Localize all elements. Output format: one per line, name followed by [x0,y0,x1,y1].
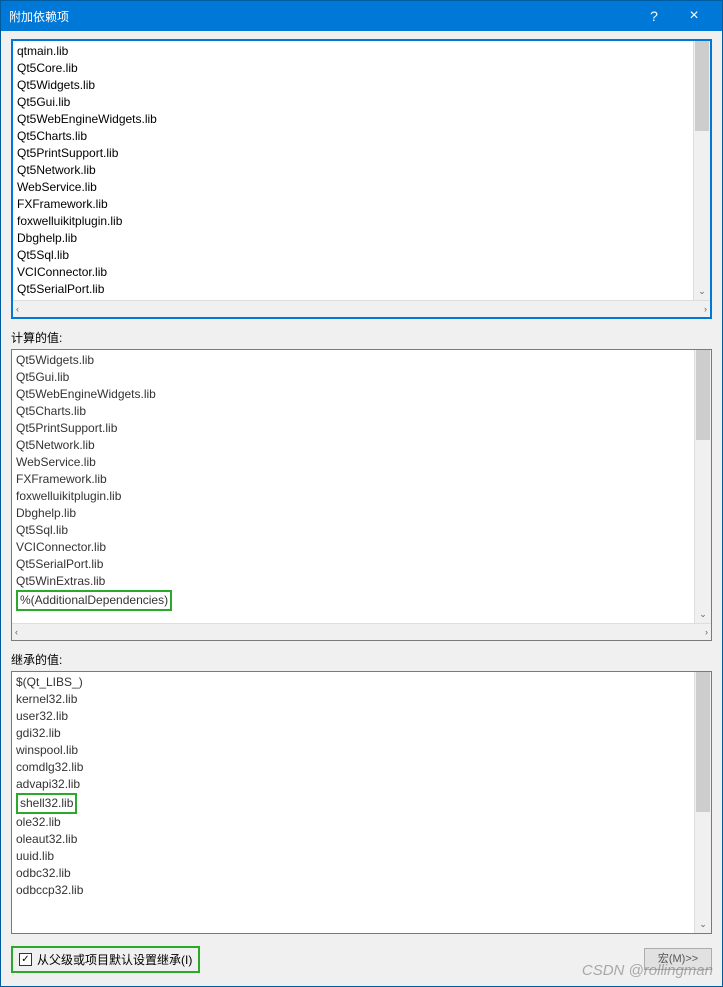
list-item: advapi32.lib [16,776,690,793]
list-item: Qt5SerialPort.lib [16,556,690,573]
scroll-down-icon[interactable]: ⌄ [695,606,711,623]
list-item: winspool.lib [16,742,690,759]
highlighted-macro: %(AdditionalDependencies) [16,590,172,611]
scroll-right-icon[interactable]: › [705,627,708,637]
list-item: odbc32.lib [16,865,690,882]
list-item: Qt5WebEngineWidgets.lib [16,386,690,403]
computed-text: Qt5Widgets.libQt5Gui.libQt5WebEngineWidg… [12,350,694,623]
scrollbar-thumb[interactable] [695,41,709,131]
close-button[interactable]: × [674,7,714,25]
list-item: Qt5WinExtras.lib [16,573,690,590]
titlebar: 附加依赖项 ? × [1,1,722,31]
list-item: $(Qt_LIBS_) [16,674,690,691]
vertical-scrollbar[interactable]: ⌄ [694,350,711,623]
list-item: Qt5Widgets.lib [16,352,690,369]
list-item: uuid.lib [16,848,690,865]
vertical-scrollbar[interactable]: ⌄ [694,672,711,933]
dialog-content: qtmain.lib Qt5Core.lib Qt5Widgets.lib Qt… [1,31,722,986]
scroll-down-icon[interactable]: ⌄ [694,283,710,300]
list-item: FXFramework.lib [16,471,690,488]
footer-row: ✓ 从父级或项目默认设置继承(I) 宏(M)>> [11,946,712,972]
list-item: Qt5Network.lib [16,437,690,454]
horizontal-scrollbar[interactable]: ‹ › [13,300,710,317]
inherited-values-box: $(Qt_LIBS_)kernel32.libuser32.libgdi32.l… [11,671,712,934]
inherited-text: $(Qt_LIBS_)kernel32.libuser32.libgdi32.l… [12,672,694,933]
list-item: Qt5Sql.lib [16,522,690,539]
list-item: VCIConnector.lib [16,539,690,556]
list-item: oleaut32.lib [16,831,690,848]
list-item: foxwelluikitplugin.lib [16,488,690,505]
list-item: user32.lib [16,708,690,725]
window-title: 附加依赖项 [9,8,634,25]
inherit-checkbox-wrap[interactable]: ✓ 从父级或项目默认设置继承(I) [11,946,200,973]
list-item: shell32.lib [16,793,690,814]
list-item: comdlg32.lib [16,759,690,776]
list-item: WebService.lib [16,454,690,471]
list-item: gdi32.lib [16,725,690,742]
scroll-down-icon[interactable]: ⌄ [695,916,711,933]
list-item: odbccp32.lib [16,882,690,899]
scroll-left-icon[interactable]: ‹ [16,304,19,314]
computed-values-box: Qt5Widgets.libQt5Gui.libQt5WebEngineWidg… [11,349,712,641]
list-item: kernel32.lib [16,691,690,708]
scrollbar-thumb[interactable] [696,672,710,812]
list-item: %(AdditionalDependencies) [16,590,690,611]
horizontal-scrollbar[interactable]: ‹ › [12,623,711,640]
dialog-window: 附加依赖项 ? × qtmain.lib Qt5Core.lib Qt5Widg… [0,0,723,987]
scrollbar-thumb[interactable] [696,350,710,440]
dependencies-text[interactable]: qtmain.lib Qt5Core.lib Qt5Widgets.lib Qt… [13,41,693,300]
inherit-checkbox-label: 从父级或项目默认设置继承(I) [37,951,192,968]
computed-label: 计算的值: [11,329,712,346]
vertical-scrollbar[interactable]: ⌄ [693,41,710,300]
highlighted-lib: shell32.lib [16,793,77,814]
scroll-left-icon[interactable]: ‹ [15,627,18,637]
macros-button[interactable]: 宏(M)>> [644,948,712,970]
scroll-right-icon[interactable]: › [704,304,707,314]
list-item: ole32.lib [16,814,690,831]
inherited-label: 继承的值: [11,651,712,668]
list-item: Qt5Charts.lib [16,403,690,420]
dependencies-input[interactable]: qtmain.lib Qt5Core.lib Qt5Widgets.lib Qt… [11,39,712,319]
help-button[interactable]: ? [634,8,674,24]
list-item: Qt5PrintSupport.lib [16,420,690,437]
list-item: Qt5Gui.lib [16,369,690,386]
list-item: Dbghelp.lib [16,505,690,522]
inherit-checkbox[interactable]: ✓ [19,953,32,966]
